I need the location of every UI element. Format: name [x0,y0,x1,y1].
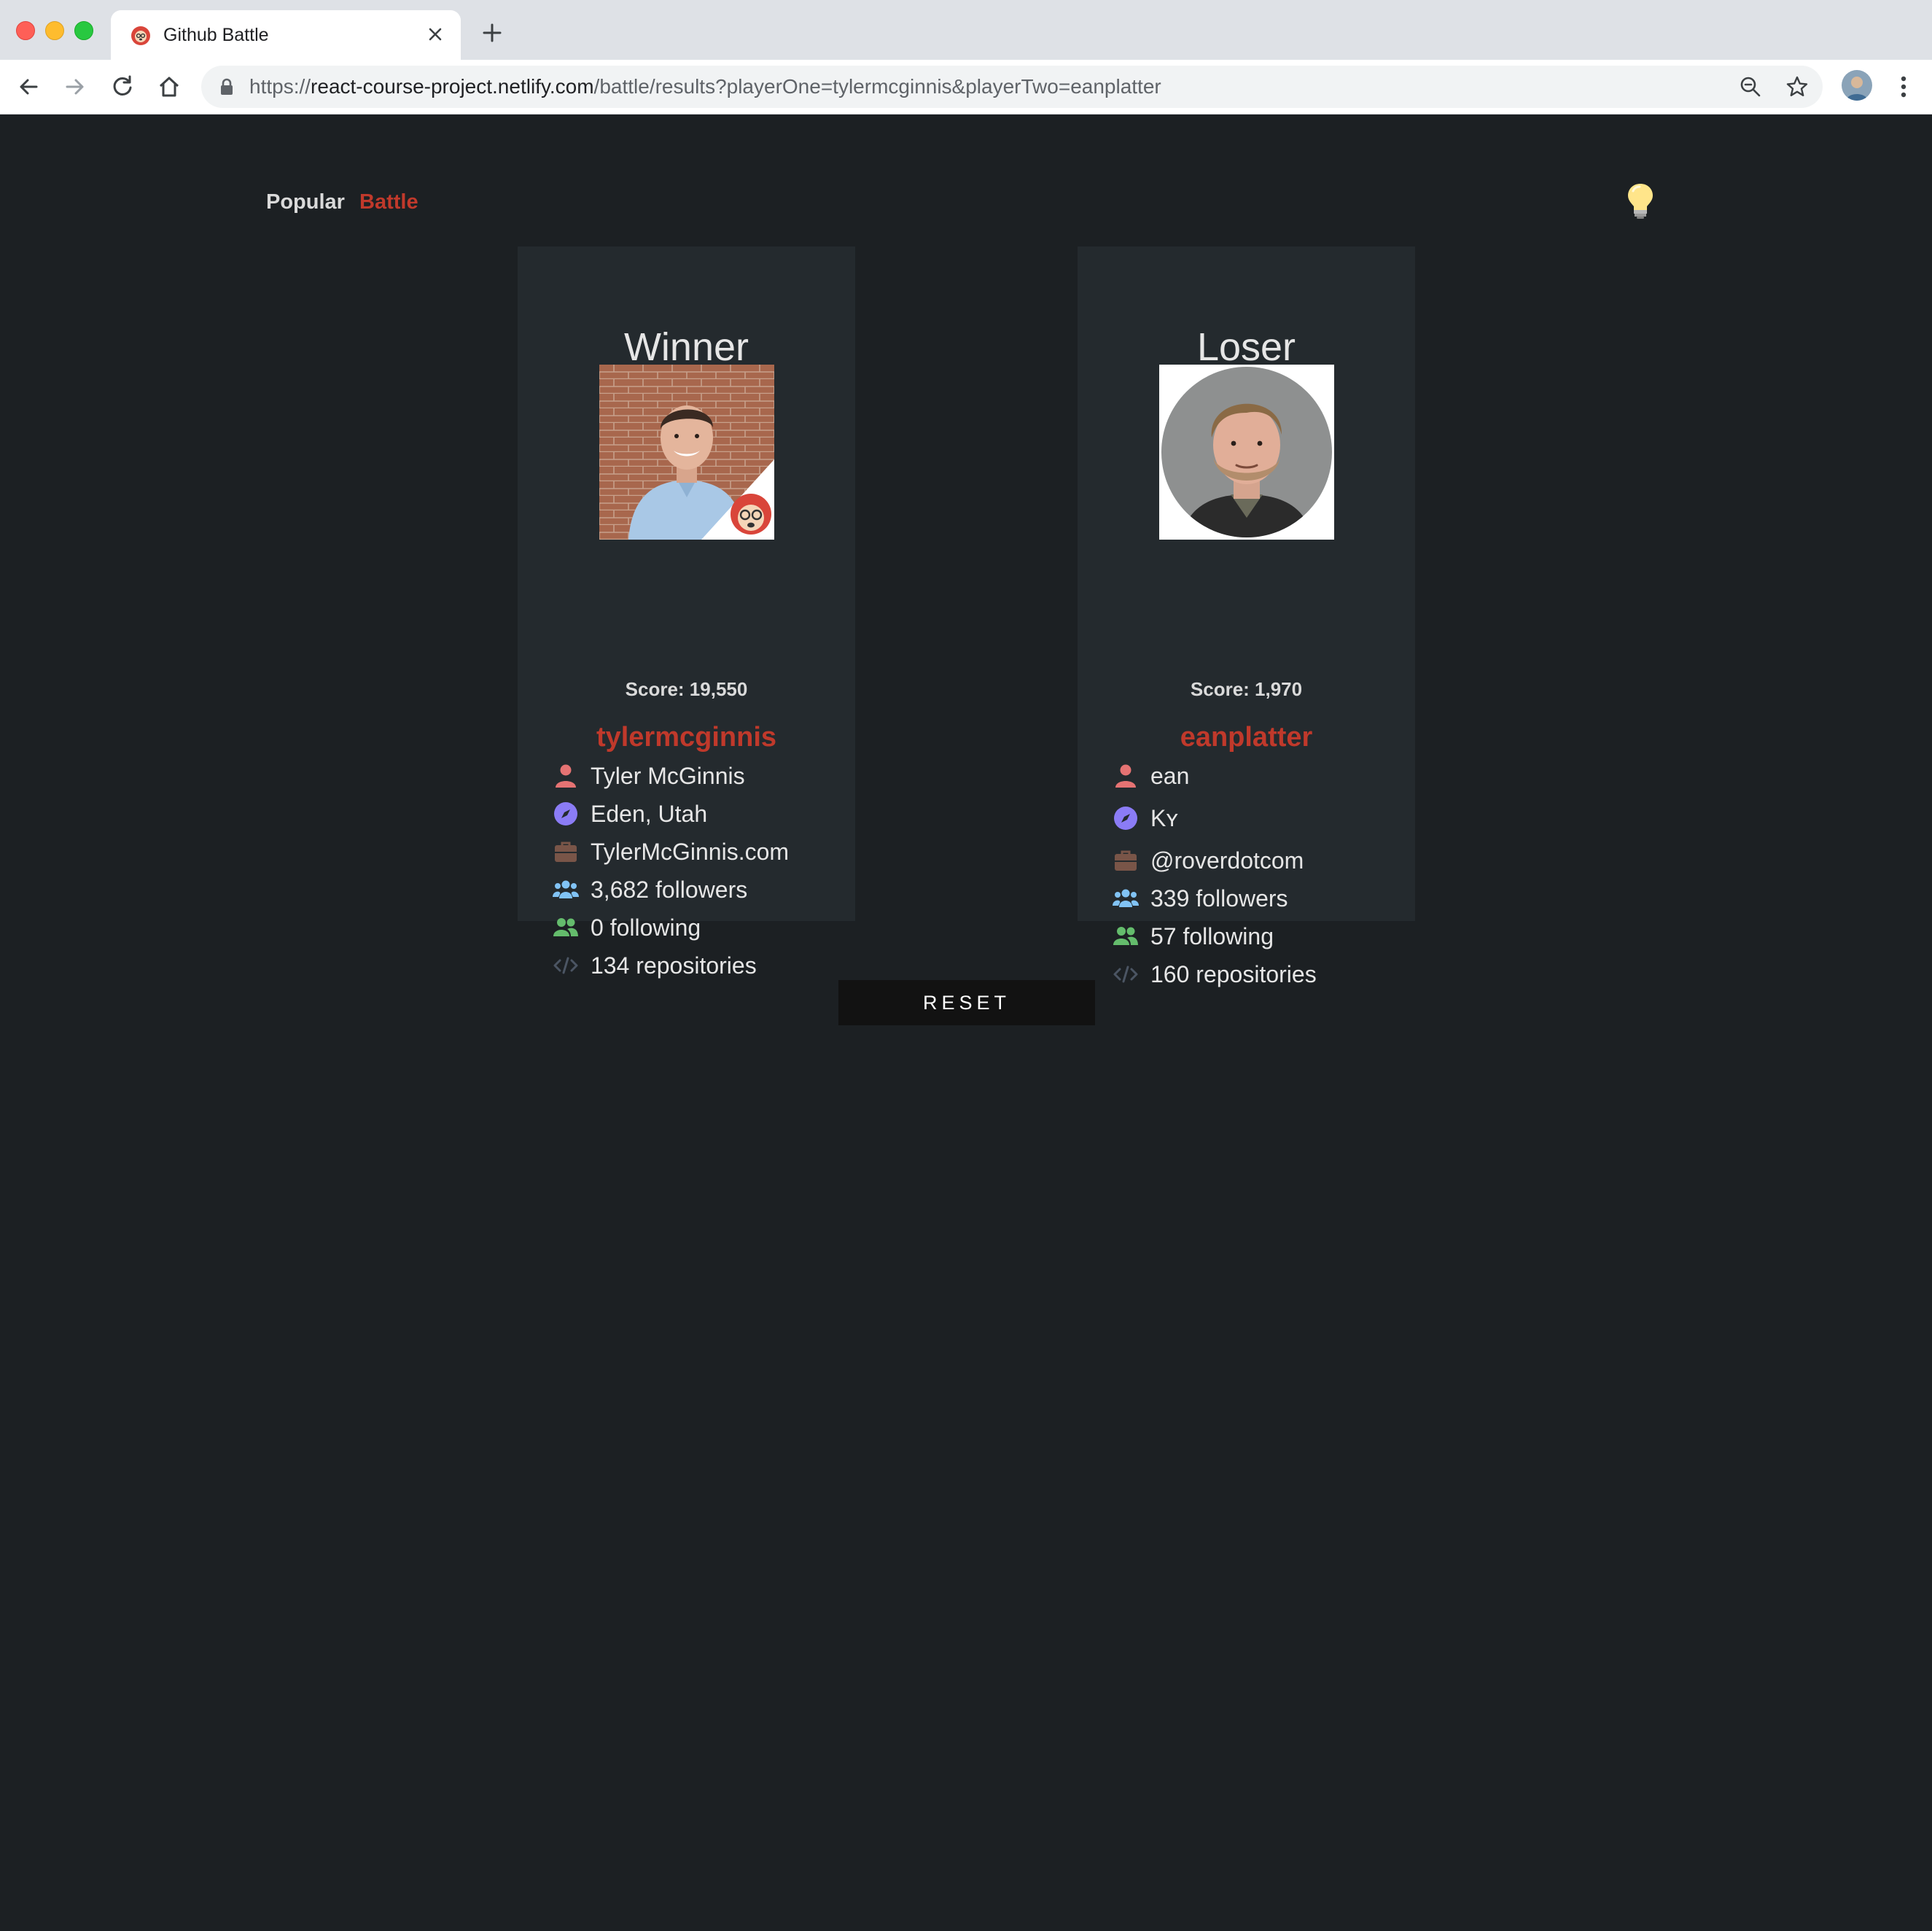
player-repos-row: 134 repositories [553,947,789,984]
followers-icon [553,880,579,898]
tab-title: Github Battle [163,25,269,45]
player-repos-row: 160 repositories [1113,955,1317,993]
player-avatar [599,365,774,540]
following-icon [553,918,578,936]
url-path: /battle/results?playerOne=tylermcginnis&… [593,75,1161,98]
top-nav: Popular Battle [266,190,427,214]
window-close-button[interactable] [16,21,35,40]
theme-toggle-bulb-icon[interactable] [1623,182,1658,219]
reset-button[interactable]: RESET [838,980,1095,1025]
player-company-row: TylerMcGinnis.com [553,833,789,871]
nav-link-popular[interactable]: Popular [266,190,345,214]
player-avatar [1159,365,1334,540]
card-heading: Loser [1196,325,1296,369]
player-login-link[interactable]: tylermcginnis [518,722,855,753]
player-name-row: Tyler McGinnis [553,757,789,795]
player-card-loser: Loser Score: 1,970 eanplatter ean Kʏ @ro… [1078,246,1415,987]
back-arrow-icon[interactable] [15,73,42,101]
player-following: 0 following [591,914,701,941]
home-icon[interactable] [155,73,183,101]
code-icon [553,957,578,974]
compass-icon [1114,807,1137,830]
code-icon [1113,966,1138,983]
window-minimize-button[interactable] [45,21,64,40]
browser-tab-strip: Github Battle [0,0,1932,60]
browser-tab-active[interactable]: Github Battle [111,10,461,60]
player-followers-row: 3,682 followers [553,871,789,909]
reload-icon[interactable] [109,73,136,101]
player-login-link[interactable]: eanplatter [1078,722,1415,753]
player-location: Kʏ [1150,804,1178,831]
url-text: https://react-course-project.netlify.com… [249,75,1161,98]
bookmark-star-icon[interactable] [1785,74,1810,99]
browser-toolbar: https://react-course-project.netlify.com… [0,60,1932,114]
user-icon [1115,764,1136,788]
player-score: Score: 1,970 [1190,678,1303,700]
player-info-list: ean Kʏ @roverdotcom 339 followers 57 fol… [1113,757,1317,993]
following-icon [1113,927,1138,945]
player-company-row: @roverdotcom [1113,842,1317,879]
window-zoom-button[interactable] [74,21,93,40]
briefcase-icon [555,842,577,862]
compass-icon [554,802,577,825]
player-name: Tyler McGinnis [591,762,745,789]
player-location: Eden, Utah [591,800,708,827]
player-card-winner: Winner Score: 19,550 tylermcginnis Tyler… [518,246,855,979]
player-repositories: 134 repositories [591,952,757,979]
lock-icon [221,78,233,95]
player-repositories: 160 repositories [1150,960,1317,987]
avatar-image [1159,365,1334,540]
card-heading: Winner [623,325,749,369]
player-name: ean [1150,762,1190,789]
user-icon [556,764,576,788]
avatar-image [599,365,774,540]
player-info-list: Tyler McGinnis Eden, Utah TylerMcGinnis.… [553,757,789,984]
briefcase-icon [1115,850,1137,871]
new-tab-icon[interactable] [480,20,505,45]
url-scheme: https:// [249,75,311,98]
player-following-row: 57 following [1113,917,1317,955]
player-followers: 3,682 followers [591,876,748,903]
favicon-icon [131,26,150,45]
url-host: react-course-project.netlify.com [311,75,594,98]
player-location-row: Kʏ [1113,795,1317,842]
profile-avatar-icon[interactable] [1842,70,1872,101]
player-following-row: 0 following [553,909,789,947]
tab-close-icon[interactable] [423,22,448,47]
forward-arrow-icon[interactable] [61,73,89,101]
app-page: Popular Battle Winner Score: 19,550 tyle… [0,114,1932,1931]
player-followers: 339 followers [1150,885,1288,912]
browser-menu-icon[interactable] [1893,73,1915,101]
player-name-row: ean [1113,757,1317,795]
player-location-row: Eden, Utah [553,795,789,833]
player-company: @roverdotcom [1150,847,1304,874]
player-company: TylerMcGinnis.com [591,838,790,865]
player-score: Score: 19,550 [625,678,748,700]
nav-link-battle[interactable]: Battle [359,190,418,214]
player-followers-row: 339 followers [1113,879,1317,917]
zoom-out-icon[interactable] [1738,74,1763,99]
followers-icon [1113,889,1139,907]
player-following: 57 following [1150,922,1274,949]
address-bar[interactable]: https://react-course-project.netlify.com… [201,66,1823,108]
